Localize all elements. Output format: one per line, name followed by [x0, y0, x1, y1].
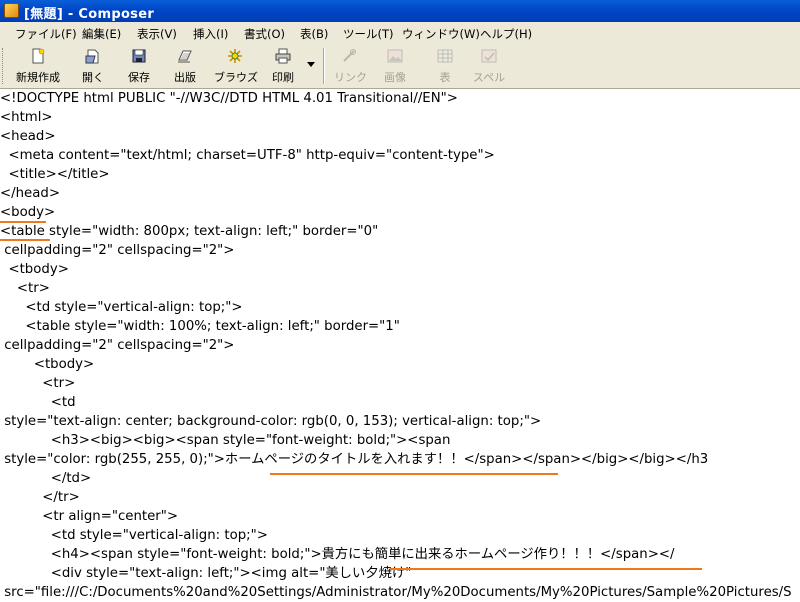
- body-tag-underline: [0, 221, 46, 223]
- toolbar-separator: [323, 48, 325, 84]
- menu-table[interactable]: 表(B): [300, 26, 328, 42]
- source-line: <body>: [0, 205, 56, 220]
- print-button-label: 印刷: [272, 71, 294, 84]
- source-line: <table style="width: 800px; text-align: …: [0, 224, 379, 239]
- table-button[interactable]: 表: [430, 48, 460, 86]
- printer-icon: [275, 48, 291, 64]
- image-icon: [387, 48, 403, 64]
- toolbar-grip[interactable]: [2, 48, 6, 84]
- image-button[interactable]: 画像: [380, 48, 410, 86]
- source-line: </td>: [0, 471, 92, 486]
- browse-button[interactable]: ブラウズ: [214, 48, 258, 86]
- source-line: <h3><big><big><span style="font-weight: …: [0, 433, 451, 448]
- title-text-underline: [270, 473, 558, 475]
- title-bar: [無題] - Composer: [0, 0, 800, 22]
- menu-view[interactable]: 表示(V): [137, 26, 177, 42]
- subtitle-text-underline: [390, 568, 702, 570]
- html-source-editor[interactable]: <!DOCTYPE html PUBLIC "-//W3C//DTD HTML …: [0, 89, 800, 600]
- window-title: [無題] - Composer: [24, 7, 155, 22]
- publish-button-label: 出版: [174, 71, 196, 84]
- menu-file[interactable]: ファイル(F): [15, 26, 77, 42]
- source-line: <td style="vertical-align: top;">: [0, 300, 243, 315]
- table-button-label: 表: [439, 71, 451, 84]
- format-toolbar-group: リンク 画像 表 スペル: [330, 44, 800, 88]
- link-icon: [341, 48, 357, 64]
- source-line: style="text-align: center; background-co…: [0, 414, 542, 429]
- link-button-label: リンク: [334, 71, 367, 84]
- source-line: <title></title>: [0, 167, 110, 182]
- composer-app-icon: [4, 3, 19, 18]
- source-line: cellpadding="2" cellspacing="2">: [0, 338, 235, 353]
- menu-insert[interactable]: 挿入(I): [193, 26, 228, 42]
- source-line: <table style="width: 100%; text-align: l…: [0, 319, 400, 334]
- source-line: <td: [0, 395, 76, 410]
- source-line: <tr>: [0, 376, 76, 391]
- source-line: cellpadding="2" cellspacing="2">: [0, 243, 235, 258]
- source-line: <h4><span style="font-weight: bold;">貴方に…: [0, 547, 675, 562]
- spell-button-label: スペル: [472, 71, 506, 84]
- publish-icon: [177, 48, 193, 64]
- print-dropdown-arrow-icon[interactable]: [307, 62, 315, 67]
- menu-bar: ファイル(F) 編集(E) 表示(V) 挿入(I) 書式(O) 表(B) ツール…: [0, 22, 800, 45]
- source-line: <td style="vertical-align: top;">: [0, 528, 268, 543]
- publish-button[interactable]: 出版: [170, 48, 200, 86]
- browse-button-label: ブラウズ: [214, 71, 258, 84]
- source-line: </head>: [0, 186, 60, 201]
- source-line: <tr>: [0, 281, 50, 296]
- open-icon: [85, 48, 101, 64]
- source-line: <div style="text-align: left;"><img alt=…: [0, 566, 412, 581]
- save-button-label: 保存: [128, 71, 150, 84]
- table-grid-icon: [437, 48, 453, 64]
- browse-globe-icon: [227, 48, 243, 64]
- new-button-label: 新規作成: [16, 71, 60, 84]
- source-line: <head>: [0, 129, 56, 144]
- source-line: <html>: [0, 110, 53, 125]
- source-line: <tr align="center">: [0, 509, 179, 524]
- menu-window[interactable]: ウィンドウ(W): [402, 26, 480, 42]
- open-button-label: 開く: [82, 71, 104, 84]
- link-button[interactable]: リンク: [334, 48, 367, 86]
- menu-tools[interactable]: ツール(T): [343, 26, 394, 42]
- spell-check-icon: [481, 48, 497, 64]
- menu-help[interactable]: ヘルプ(H): [480, 26, 532, 42]
- menu-format[interactable]: 書式(O): [244, 26, 285, 42]
- table-tag-underline: [0, 239, 50, 241]
- spell-button[interactable]: スペル: [472, 48, 506, 86]
- new-button[interactable]: 新規作成: [12, 48, 64, 86]
- source-line: <tbody>: [0, 262, 69, 277]
- source-line: <meta content="text/html; charset=UTF-8"…: [0, 148, 495, 163]
- new-document-icon: [30, 48, 46, 64]
- source-line: style="color: rgb(255, 255, 0);">ホームページの…: [0, 452, 709, 467]
- open-button[interactable]: 開く: [78, 48, 108, 86]
- source-line: </tr>: [0, 490, 80, 505]
- save-button[interactable]: 保存: [124, 48, 154, 86]
- image-button-label: 画像: [384, 71, 406, 84]
- source-line: <!DOCTYPE html PUBLIC "-//W3C//DTD HTML …: [0, 91, 458, 106]
- source-line: src="file:///C:/Documents%20and%20Settin…: [0, 585, 792, 600]
- save-disk-icon: [131, 48, 147, 64]
- print-button[interactable]: 印刷: [268, 48, 298, 86]
- menu-edit[interactable]: 編集(E): [82, 26, 121, 42]
- source-line: <tbody>: [0, 357, 95, 372]
